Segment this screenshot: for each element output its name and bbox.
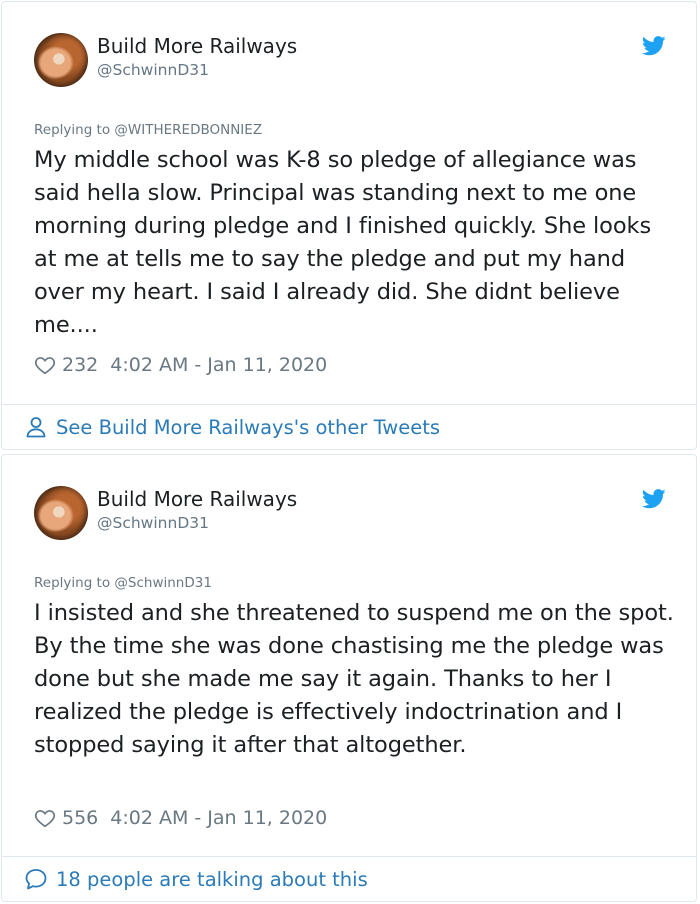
avatar[interactable] bbox=[34, 33, 88, 87]
heart-icon[interactable] bbox=[34, 354, 56, 376]
tweet-text: I insisted and she threatened to suspend… bbox=[34, 600, 674, 758]
author-name[interactable]: Build More Railways bbox=[97, 487, 297, 511]
replying-to[interactable]: Replying to @SchwinnD31 bbox=[34, 573, 212, 593]
heart-icon[interactable] bbox=[34, 807, 56, 829]
tweet-meta: 556 4:02 AM - Jan 11, 2020 bbox=[34, 805, 327, 831]
tweet-text: My middle school was K-8 so pledge of al… bbox=[34, 147, 652, 338]
tweet-body: Build More Railways @SchwinnD31 Replying… bbox=[2, 455, 696, 857]
author-name[interactable]: Build More Railways bbox=[97, 34, 297, 58]
like-count[interactable]: 232 bbox=[62, 354, 98, 376]
timestamp[interactable]: 4:02 AM - Jan 11, 2020 bbox=[110, 807, 327, 829]
twitter-bird-icon[interactable] bbox=[642, 489, 666, 509]
tweet-body: Build More Railways @SchwinnD31 Replying… bbox=[2, 2, 696, 404]
author-handle[interactable]: @SchwinnD31 bbox=[97, 513, 209, 533]
timestamp[interactable]: 4:02 AM - Jan 11, 2020 bbox=[110, 354, 327, 376]
conversation-link[interactable]: 18 people are talking about this bbox=[2, 856, 696, 901]
footer-label[interactable]: 18 people are talking about this bbox=[56, 868, 368, 891]
avatar[interactable] bbox=[34, 486, 88, 540]
person-icon bbox=[26, 417, 46, 438]
replying-to[interactable]: Replying to @WITHEREDBONNIEZ bbox=[34, 120, 262, 140]
tweet-meta: 232 4:02 AM - Jan 11, 2020 bbox=[34, 352, 327, 378]
footer-label[interactable]: See Build More Railways's other Tweets bbox=[56, 416, 440, 439]
speech-bubble-icon bbox=[25, 869, 47, 890]
tweet-card: Build More Railways @SchwinnD31 Replying… bbox=[1, 1, 697, 450]
tweet-card: Build More Railways @SchwinnD31 Replying… bbox=[1, 454, 697, 902]
twitter-bird-icon[interactable] bbox=[642, 36, 666, 56]
like-count[interactable]: 556 bbox=[62, 807, 98, 829]
author-handle[interactable]: @SchwinnD31 bbox=[97, 60, 209, 80]
see-other-tweets-link[interactable]: See Build More Railways's other Tweets bbox=[2, 404, 696, 449]
